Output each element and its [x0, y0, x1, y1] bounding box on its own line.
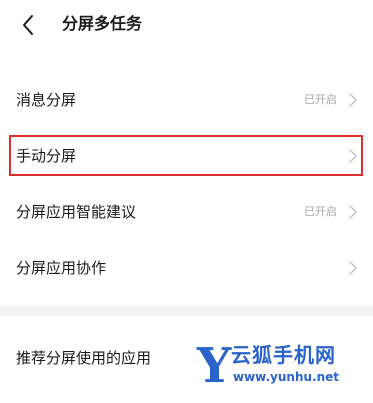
watermark-name: 云狐手机网 — [231, 343, 336, 367]
setting-label: 分屏应用协作 — [16, 259, 107, 277]
setting-label: 消息分屏 — [16, 91, 77, 109]
setting-status: 已开启 — [304, 205, 337, 218]
setting-row-message-split[interactable]: 消息分屏 已开启 — [0, 74, 373, 126]
watermark-url: www.yunhu.net — [233, 370, 340, 384]
chevron-right-icon — [349, 261, 357, 275]
chevron-right-icon — [349, 205, 357, 219]
chevron-right-icon — [349, 93, 357, 107]
chevron-right-icon — [349, 149, 357, 163]
setting-label: 推荐分屏使用的应用 — [16, 349, 152, 367]
section-divider — [0, 306, 373, 316]
page-title: 分屏多任务 — [62, 14, 143, 33]
watermark-letter: Y — [197, 338, 232, 394]
setting-row-smart-suggestion[interactable]: 分屏应用智能建议 已开启 — [0, 186, 373, 238]
watermark-logo: Y 云狐手机网 www.yunhu.net — [197, 338, 365, 396]
setting-row-app-collaboration[interactable]: 分屏应用协作 — [0, 242, 373, 294]
setting-row-manual-split[interactable]: 手动分屏 — [0, 130, 373, 182]
back-arrow-icon[interactable] — [14, 10, 44, 40]
header-bar: 分屏多任务 — [0, 0, 373, 50]
setting-label: 分屏应用智能建议 — [16, 203, 137, 221]
setting-status: 已开启 — [304, 93, 337, 106]
setting-label: 手动分屏 — [16, 147, 77, 165]
